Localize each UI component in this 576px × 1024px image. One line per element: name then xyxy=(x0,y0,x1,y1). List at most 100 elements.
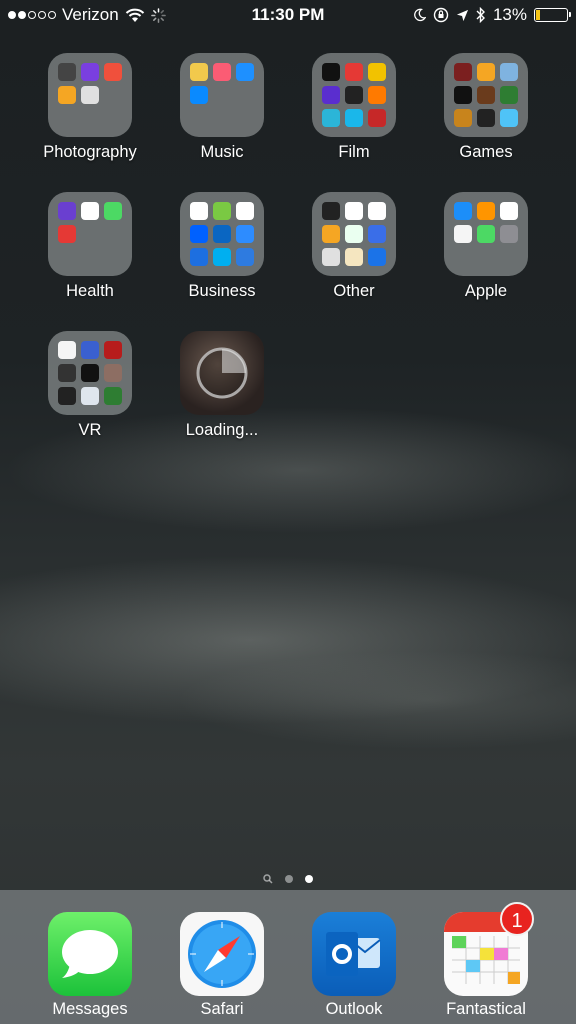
mini-app-icon xyxy=(322,63,340,81)
mini-app-icon xyxy=(81,225,99,243)
folder-label: Health xyxy=(66,282,114,300)
folder-label: VR xyxy=(78,421,102,439)
dock-app-fantastical[interactable]: 1 Fantastical xyxy=(426,902,546,1019)
mini-app-icon xyxy=(322,202,340,220)
mini-app-icon xyxy=(345,63,363,81)
mini-app-icon xyxy=(236,225,254,243)
folder-film[interactable]: Film xyxy=(294,53,414,162)
mini-app-icon xyxy=(368,86,386,104)
folder-apple[interactable]: Apple xyxy=(426,192,546,301)
mini-app-icon xyxy=(454,86,472,104)
folder-photography[interactable]: Photography xyxy=(30,53,150,162)
mini-app-icon xyxy=(500,86,518,104)
mini-app-icon xyxy=(213,248,231,266)
loading-app-label: Loading... xyxy=(185,421,259,439)
outlook-icon[interactable] xyxy=(312,912,396,996)
folder-icon[interactable] xyxy=(180,53,264,137)
folder-label: Film xyxy=(338,143,370,161)
loading-app[interactable]: Loading... xyxy=(162,331,282,440)
mini-app-icon xyxy=(190,225,208,243)
folder-icon[interactable] xyxy=(312,53,396,137)
folder-health[interactable]: Health xyxy=(30,192,150,301)
dock-app-outlook[interactable]: Outlook xyxy=(294,912,414,1019)
mini-app-icon xyxy=(500,202,518,220)
mini-app-icon xyxy=(58,63,76,81)
safari-icon[interactable] xyxy=(180,912,264,996)
mini-app-icon xyxy=(58,86,76,104)
mini-app-icon xyxy=(104,202,122,220)
mini-app-icon xyxy=(500,63,518,81)
mini-app-icon xyxy=(81,248,99,266)
mini-app-icon xyxy=(104,225,122,243)
loading-app-icon[interactable] xyxy=(180,331,264,415)
folder-icon[interactable] xyxy=(444,192,528,276)
mini-app-icon xyxy=(454,225,472,243)
folder-label: Photography xyxy=(43,143,137,161)
dock-app-messages[interactable]: Messages xyxy=(30,912,150,1019)
mini-app-icon xyxy=(345,86,363,104)
battery-percent: 13% xyxy=(492,5,527,24)
mini-app-icon xyxy=(454,248,472,266)
folder-label: Music xyxy=(200,143,244,161)
moon-icon xyxy=(414,8,426,22)
mini-app-icon xyxy=(345,248,363,266)
folder-business[interactable]: Business xyxy=(162,192,282,301)
folder-label: Apple xyxy=(464,282,508,300)
folder-label: Business xyxy=(188,282,256,300)
mini-app-icon xyxy=(81,387,99,405)
mini-app-icon xyxy=(368,225,386,243)
folder-icon[interactable] xyxy=(444,53,528,137)
page-dot-current[interactable] xyxy=(305,875,313,883)
dock-label: Outlook xyxy=(325,1000,383,1018)
mini-app-icon xyxy=(236,63,254,81)
mini-app-icon xyxy=(213,86,231,104)
spotlight-search-icon[interactable] xyxy=(263,874,273,884)
mini-app-icon xyxy=(81,63,99,81)
mini-app-icon xyxy=(368,109,386,127)
mini-app-icon xyxy=(81,341,99,359)
mini-app-icon xyxy=(454,109,472,127)
mini-app-icon xyxy=(477,248,495,266)
folder-icon[interactable] xyxy=(180,192,264,276)
folder-icon[interactable] xyxy=(48,53,132,137)
mini-app-icon xyxy=(236,86,254,104)
page-indicator[interactable] xyxy=(0,874,576,884)
mini-app-icon xyxy=(368,248,386,266)
page-dot[interactable] xyxy=(285,875,293,883)
mini-app-icon xyxy=(58,225,76,243)
mini-app-icon xyxy=(81,364,99,382)
mini-app-icon xyxy=(345,225,363,243)
mini-app-icon xyxy=(500,109,518,127)
mini-app-icon xyxy=(81,109,99,127)
mini-app-icon xyxy=(322,248,340,266)
dock-label: Safari xyxy=(200,1000,244,1018)
mini-app-icon xyxy=(368,202,386,220)
folder-games[interactable]: Games xyxy=(426,53,546,162)
dock-label: Fantastical xyxy=(446,1000,526,1018)
folder-other[interactable]: Other xyxy=(294,192,414,301)
folder-icon[interactable] xyxy=(312,192,396,276)
mini-app-icon xyxy=(104,109,122,127)
mini-app-icon xyxy=(213,109,231,127)
mini-app-icon xyxy=(213,202,231,220)
mini-app-icon xyxy=(500,225,518,243)
mini-app-icon xyxy=(58,341,76,359)
folder-icon[interactable] xyxy=(48,192,132,276)
mini-app-icon xyxy=(345,202,363,220)
mini-app-icon xyxy=(500,248,518,266)
mini-app-icon xyxy=(477,202,495,220)
folder-icon[interactable] xyxy=(48,331,132,415)
mini-app-icon xyxy=(190,63,208,81)
folder-music[interactable]: Music xyxy=(162,53,282,162)
folder-vr[interactable]: VR xyxy=(30,331,150,440)
mini-app-icon xyxy=(454,202,472,220)
battery-icon xyxy=(534,8,571,22)
mini-app-icon xyxy=(213,225,231,243)
folder-label: Other xyxy=(333,282,375,300)
mini-app-icon xyxy=(322,109,340,127)
messages-icon[interactable] xyxy=(48,912,132,996)
mini-app-icon xyxy=(58,109,76,127)
mini-app-icon xyxy=(104,341,122,359)
dock-app-safari[interactable]: Safari xyxy=(162,912,282,1019)
mini-app-icon xyxy=(454,63,472,81)
